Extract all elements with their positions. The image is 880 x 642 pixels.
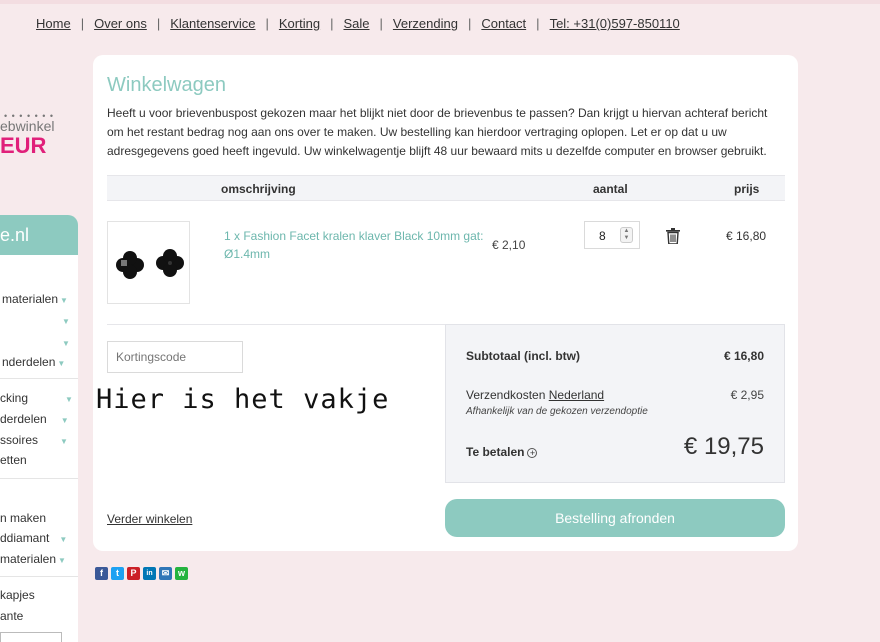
email-icon[interactable]: ✉ bbox=[159, 567, 172, 580]
caret-down-icon: ▼ bbox=[60, 437, 68, 446]
nav-sale[interactable]: Sale bbox=[343, 16, 369, 31]
caret-down-icon: ▼ bbox=[60, 296, 68, 305]
sidebar-divider bbox=[0, 478, 78, 479]
cart-panel: Winkelwagen Heeft u voor brievenbuspost … bbox=[93, 55, 798, 551]
sidebar-divider bbox=[0, 378, 78, 379]
caret-down-icon: ▼ bbox=[58, 556, 66, 565]
nav-phone[interactable]: Tel: +31(0)597-850110 bbox=[550, 16, 680, 31]
facebook-icon[interactable]: f bbox=[95, 567, 108, 580]
sidebar-item[interactable]: kapjes bbox=[0, 588, 35, 602]
sidebar-item[interactable]: n maken bbox=[0, 511, 46, 525]
caret-down-icon: ▼ bbox=[57, 359, 66, 368]
twitter-icon[interactable]: t bbox=[111, 567, 124, 580]
unit-price: € 2,10 bbox=[492, 238, 526, 252]
clover-bead-image bbox=[116, 249, 184, 279]
product-name-link[interactable]: 1 x Fashion Facet kralen klaver Black 10… bbox=[224, 227, 484, 263]
caret-down-icon: ▼ bbox=[62, 317, 70, 326]
nav-klantenservice[interactable]: Klantenservice bbox=[170, 16, 255, 31]
shipping-value: € 2,95 bbox=[730, 388, 764, 402]
logo-subtitle: ebwinkel bbox=[0, 118, 55, 134]
caret-down-icon: ▼ bbox=[62, 339, 70, 348]
continue-shopping-link[interactable]: Verder winkelen bbox=[107, 512, 192, 526]
shipping-country-link[interactable]: Nederland bbox=[549, 388, 604, 402]
subtotal-label: Subtotaal (incl. btw) bbox=[466, 349, 580, 363]
coupon-code-input[interactable] bbox=[107, 341, 243, 373]
nav-separator: | bbox=[536, 16, 540, 31]
nav-over-ons[interactable]: Over ons bbox=[94, 16, 147, 31]
sidebar-select[interactable] bbox=[0, 632, 62, 642]
nav-separator: | bbox=[156, 16, 161, 31]
logo[interactable]: EUR bbox=[0, 133, 46, 159]
quantity-stepper[interactable]: 8 ▲ ▼ bbox=[584, 221, 640, 249]
sidebar-item[interactable]: ▼ bbox=[60, 335, 70, 349]
caret-down-icon: ▼ bbox=[60, 416, 69, 425]
subtotal-value: € 16,80 bbox=[723, 349, 764, 363]
sidebar-item[interactable]: cking ▼ bbox=[0, 391, 73, 405]
cart-table-header: omschrijving aantal prijs bbox=[107, 175, 785, 201]
sidebar-divider bbox=[0, 576, 78, 577]
column-description: omschrijving bbox=[221, 182, 296, 196]
nav-separator: | bbox=[467, 16, 472, 31]
sidebar-item[interactable]: derdelen ▼ bbox=[0, 412, 69, 426]
shipping-label: Verzendkosten Nederland bbox=[466, 388, 605, 402]
spinner-arrows-icon[interactable]: ▲ ▼ bbox=[620, 227, 633, 243]
handwritten-annotation: Hier is het vakje bbox=[96, 384, 390, 415]
caret-down-icon: ▼ bbox=[65, 395, 73, 404]
linkedin-icon[interactable]: in bbox=[143, 567, 156, 580]
nav-home[interactable]: Home bbox=[36, 16, 71, 31]
divider bbox=[107, 324, 446, 325]
nav-korting[interactable]: Korting bbox=[279, 16, 320, 31]
nav-verzending[interactable]: Verzending bbox=[393, 16, 458, 31]
info-plus-icon[interactable]: + bbox=[527, 448, 538, 458]
top-navigation: Home | Over ons | Klantenservice | Korting | Sal… bbox=[36, 16, 680, 31]
top-strip bbox=[0, 0, 880, 4]
order-summary: Subtotaal (incl. btw) € 16,80 Verzendkos… bbox=[445, 324, 785, 483]
sidebar-item[interactable]: materialen ▼ bbox=[2, 292, 68, 306]
total-value: € 19,75 bbox=[683, 433, 764, 460]
nav-separator: | bbox=[330, 16, 334, 31]
line-total: € 16,80 bbox=[726, 229, 767, 243]
sidebar-item[interactable]: ante bbox=[0, 609, 23, 623]
sidebar-item[interactable]: etten bbox=[0, 453, 27, 467]
product-thumbnail[interactable] bbox=[107, 221, 190, 304]
sidebar-item[interactable]: ddiamant ▼ bbox=[0, 531, 67, 545]
sidebar-item[interactable]: materialen ▼ bbox=[0, 552, 66, 566]
column-quantity: aantal bbox=[593, 182, 628, 196]
total-label: Te betalen + bbox=[466, 445, 538, 459]
sidebar-item[interactable]: ▼ bbox=[60, 313, 70, 327]
whatsapp-icon[interactable]: w bbox=[175, 567, 188, 580]
nav-separator: | bbox=[379, 16, 383, 31]
nav-contact[interactable]: Contact bbox=[481, 16, 526, 31]
shipping-note: Afhankelijk van de gekozen verzendoptie bbox=[466, 406, 648, 417]
page-title: Winkelwagen bbox=[107, 74, 226, 96]
caret-down-icon: ▼ bbox=[59, 535, 68, 544]
sidebar-item[interactable]: ssoires ▼ bbox=[0, 433, 68, 447]
sidebar-header[interactable]: e.nl bbox=[0, 215, 78, 255]
sidebar-menu: materialen ▼ ▼ ▼ nderdelen ▼ cking ▼ derdel… bbox=[0, 255, 78, 642]
trash-icon[interactable] bbox=[666, 228, 680, 244]
social-share-bar: f t Pin ✉ w bbox=[95, 567, 191, 585]
cart-intro-text: Heeft u voor brievenbuspost gekozen maar… bbox=[107, 106, 768, 158]
nav-separator: | bbox=[80, 16, 85, 31]
sidebar-header-label: e.nl bbox=[0, 225, 30, 245]
sidebar-item[interactable]: nderdelen ▼ bbox=[2, 355, 65, 369]
checkout-button[interactable]: Bestelling afronden bbox=[445, 499, 785, 537]
nav-separator: | bbox=[265, 16, 269, 31]
pinterest-icon[interactable]: P bbox=[127, 567, 140, 580]
column-price: prijs bbox=[734, 182, 760, 196]
quantity-value: 8 bbox=[599, 229, 606, 243]
